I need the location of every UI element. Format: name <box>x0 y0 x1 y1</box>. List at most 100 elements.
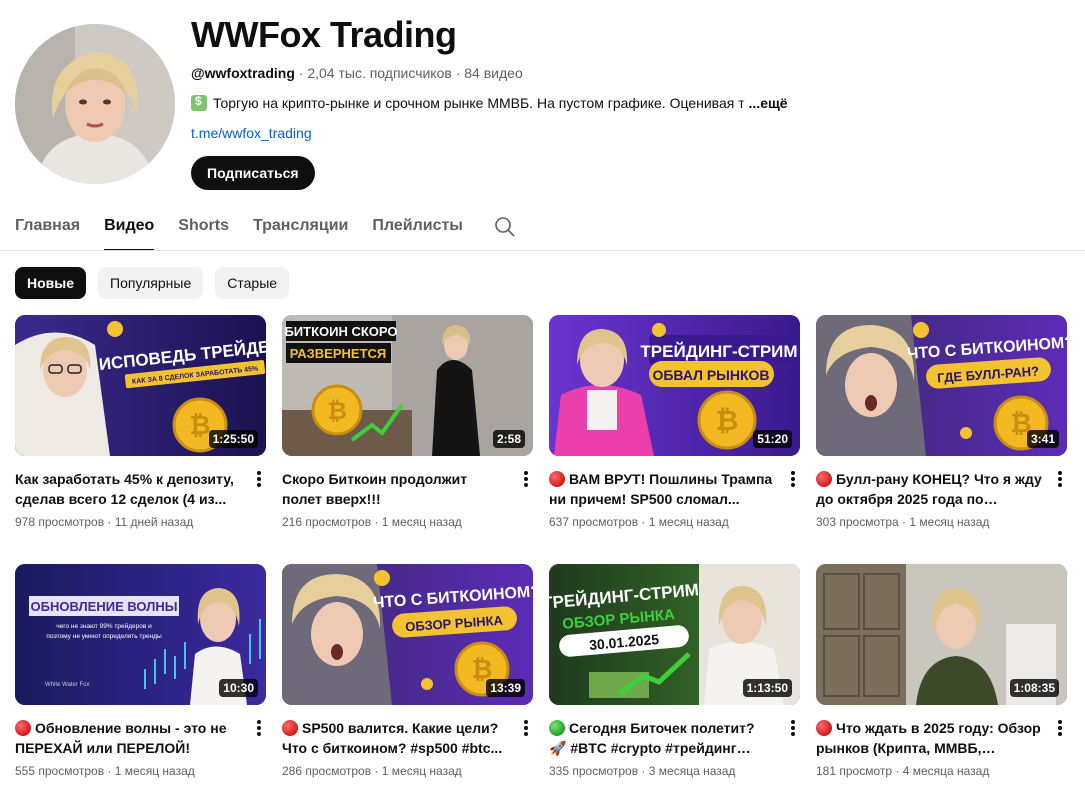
view-count: 335 просмотров <box>549 764 639 778</box>
channel-avatar[interactable] <box>15 24 175 184</box>
svg-text:₿: ₿ <box>189 410 210 440</box>
video-title[interactable]: Как заработать 45% к депозиту, сделав вс… <box>15 469 241 509</box>
video-title[interactable]: Что ждать в 2025 году: Обзор рынков (Кри… <box>816 718 1042 758</box>
video-thumbnail[interactable]: БИТКОИН СКОРО РАЗВЕРНЕТСЯ ₿ 2:58 <box>282 315 533 456</box>
video-thumbnail[interactable]: ТРЕЙДИНГ-СТРИМ ОБВАЛ РЫНКОВ ₿ 51:20 <box>549 315 800 456</box>
subscribe-button[interactable]: Подписаться <box>191 156 315 190</box>
more-options-icon[interactable] <box>786 718 800 738</box>
video-duration: 1:25:50 <box>208 430 258 448</box>
red-circle-icon <box>15 720 31 736</box>
video-duration: 51:20 <box>753 430 792 448</box>
video-card[interactable]: ЧТО С БИТКОИНОМ? ОБЗОР РЫНКА ₿ 13:39 SP5… <box>282 564 533 796</box>
view-count: 286 просмотров <box>282 764 372 778</box>
more-options-icon[interactable] <box>519 718 533 738</box>
more-options-icon[interactable] <box>1053 469 1067 489</box>
video-duration: 10:30 <box>219 679 258 697</box>
channel-tabs: Главная Видео Shorts Трансляции Плейлист… <box>15 205 517 251</box>
thumb-subtext: ОБВАЛ РЫНКОВ <box>652 367 769 383</box>
view-count: 303 просмотра <box>816 515 899 529</box>
video-duration: 2:58 <box>492 430 525 448</box>
video-thumbnail[interactable]: ТРЕЙДИНГ-СТРИМ ОБЗОР РЫНКА 30.01.2025 1:… <box>549 564 800 705</box>
video-stats: 286 просмотров · 1 месяц назад <box>282 764 462 778</box>
more-link[interactable]: ...ещё <box>749 95 788 111</box>
video-stats: 181 просмотр · 4 месяца назад <box>816 764 990 778</box>
chip-oldest[interactable]: Старые <box>215 267 290 299</box>
upload-age: 4 месяца назад <box>902 764 990 778</box>
tab-home[interactable]: Главная <box>15 205 80 251</box>
more-options-icon[interactable] <box>786 469 800 489</box>
upload-age: 1 месяц назад <box>381 764 462 778</box>
video-thumbnail[interactable]: ЧТО С БИТКОИНОМ? ОБЗОР РЫНКА ₿ 13:39 <box>282 564 533 705</box>
video-title-text: Скоро Биткоин продолжит полет вверх!!! <box>282 471 468 507</box>
view-count: 181 просмотр <box>816 764 893 778</box>
video-thumbnail[interactable]: ИСПОВЕДЬ ТРЕЙДЕРА: КАК ЗА 8 СДЕЛОК ЗАРАБ… <box>15 315 266 456</box>
video-title-text: SP500 валится. Какие цели? Что с биткоин… <box>282 720 503 756</box>
red-circle-icon <box>282 720 298 736</box>
red-circle-icon <box>816 471 832 487</box>
video-grid: ИСПОВЕДЬ ТРЕЙДЕРА: КАК ЗА 8 СДЕЛОК ЗАРАБ… <box>15 315 1070 796</box>
video-card[interactable]: 1:08:35 Что ждать в 2025 году: Обзор рын… <box>816 564 1067 796</box>
tab-videos[interactable]: Видео <box>104 205 155 251</box>
video-thumbnail[interactable]: ЧТО С БИТКОИНОМ? ГДЕ БУЛЛ-РАН? ₿ 3:41 <box>816 315 1067 456</box>
video-stats: 978 просмотров · 11 дней назад <box>15 515 194 529</box>
description-text: Торгую на крипто-рынке и срочном рынке М… <box>213 95 735 111</box>
video-title[interactable]: Булл-рану КОНЕЦ? Что я жду до октября 20… <box>816 469 1042 509</box>
video-card[interactable]: ИСПОВЕДЬ ТРЕЙДЕРА: КАК ЗА 8 СДЕЛОК ЗАРАБ… <box>15 315 266 564</box>
upload-age: 1 месяц назад <box>909 515 990 529</box>
view-count: 555 просмотров <box>15 764 105 778</box>
video-card[interactable]: ОБНОВЛЕНИЕ ВОЛНЫ чего не знают 99% трейд… <box>15 564 266 796</box>
red-circle-icon <box>549 471 565 487</box>
thumb-subtext: РАЗВЕРНЕТСЯ <box>290 346 387 361</box>
video-duration: 3:41 <box>1026 430 1059 448</box>
search-icon[interactable] <box>493 215 517 239</box>
svg-text:₿: ₿ <box>716 405 739 436</box>
upload-age: 1 месяц назад <box>648 515 729 529</box>
tabs-divider <box>0 250 1085 251</box>
more-options-icon[interactable] <box>1053 718 1067 738</box>
video-card[interactable]: БИТКОИН СКОРО РАЗВЕРНЕТСЯ ₿ 2:58 Скоро Б… <box>282 315 533 564</box>
tab-live[interactable]: Трансляции <box>253 205 348 251</box>
tab-playlists[interactable]: Плейлисты <box>372 205 463 251</box>
channel-meta: @wwfoxtrading · 2,04 тыс. подписчиков · … <box>191 65 523 81</box>
more-options-icon[interactable] <box>519 469 533 489</box>
channel-description[interactable]: Торгую на крипто-рынке и срочном рынке М… <box>191 94 791 111</box>
video-title-text: ВАМ ВРУТ! Пошлины Трампа ни причем! SP50… <box>549 471 773 507</box>
video-card[interactable]: ТРЕЙДИНГ-СТРИМ ОБЗОР РЫНКА 30.01.2025 1:… <box>549 564 800 796</box>
video-title-text: Булл-рану КОНЕЦ? Что я жду до октября 20… <box>816 471 1042 507</box>
more-options-icon[interactable] <box>252 469 266 489</box>
video-card[interactable]: ТРЕЙДИНГ-СТРИМ ОБВАЛ РЫНКОВ ₿ 51:20 ВАМ … <box>549 315 800 564</box>
upload-age: 1 месяц назад <box>114 764 195 778</box>
video-title[interactable]: Обновление волны - это не ПЕРЕХАЙ или ПЕ… <box>15 718 241 758</box>
view-count: 216 просмотров <box>282 515 372 529</box>
video-title[interactable]: ВАМ ВРУТ! Пошлины Трампа ни причем! SP50… <box>549 469 775 509</box>
description-fade: т <box>734 95 745 111</box>
video-title[interactable]: Скоро Биткоин продолжит полет вверх!!! <box>282 469 508 509</box>
chip-newest[interactable]: Новые <box>15 267 87 299</box>
thumb-subtext: чего не знают 99% трейдеров и <box>56 622 152 630</box>
video-thumbnail[interactable]: ОБНОВЛЕНИЕ ВОЛНЫ чего не знают 99% трейд… <box>15 564 266 705</box>
sort-chips: Новые Популярные Старые <box>15 267 290 299</box>
subscriber-count: 2,04 тыс. подписчиков <box>307 65 452 81</box>
video-duration: 13:39 <box>486 679 525 697</box>
video-stats: 637 просмотров · 1 месяц назад <box>549 515 729 529</box>
video-title[interactable]: Сегодня Биточек полетит? 🚀 #BTC #crypto … <box>549 718 775 758</box>
video-duration: 1:08:35 <box>1009 679 1059 697</box>
tab-shorts[interactable]: Shorts <box>178 205 229 251</box>
video-title[interactable]: SP500 валится. Какие цели? Что с биткоин… <box>282 718 508 758</box>
chip-popular[interactable]: Популярные <box>98 267 204 299</box>
video-title-text: Сегодня Биточек полетит? 🚀 #BTC #crypto … <box>549 720 755 756</box>
view-count: 978 просмотров <box>15 515 105 529</box>
thumb-text: БИТКОИН СКОРО <box>284 324 397 339</box>
thumb-text: ТРЕЙДИНГ-СТРИМ <box>640 342 797 361</box>
video-title-text: Как заработать 45% к депозиту, сделав вс… <box>15 471 234 507</box>
video-card[interactable]: ЧТО С БИТКОИНОМ? ГДЕ БУЛЛ-РАН? ₿ 3:41 Бу… <box>816 315 1067 564</box>
video-title-text: Обновление волны - это не ПЕРЕХАЙ или ПЕ… <box>15 720 227 756</box>
green-circle-icon <box>549 720 565 736</box>
telegram-link[interactable]: t.me/wwfox_trading <box>191 125 312 141</box>
video-thumbnail[interactable]: 1:08:35 <box>816 564 1067 705</box>
channel-handle[interactable]: @wwfoxtrading <box>191 65 295 81</box>
more-options-icon[interactable] <box>252 718 266 738</box>
video-duration: 1:13:50 <box>742 679 792 697</box>
thumb-logo-text: White Water Fox <box>45 682 89 688</box>
red-circle-icon <box>816 720 832 736</box>
